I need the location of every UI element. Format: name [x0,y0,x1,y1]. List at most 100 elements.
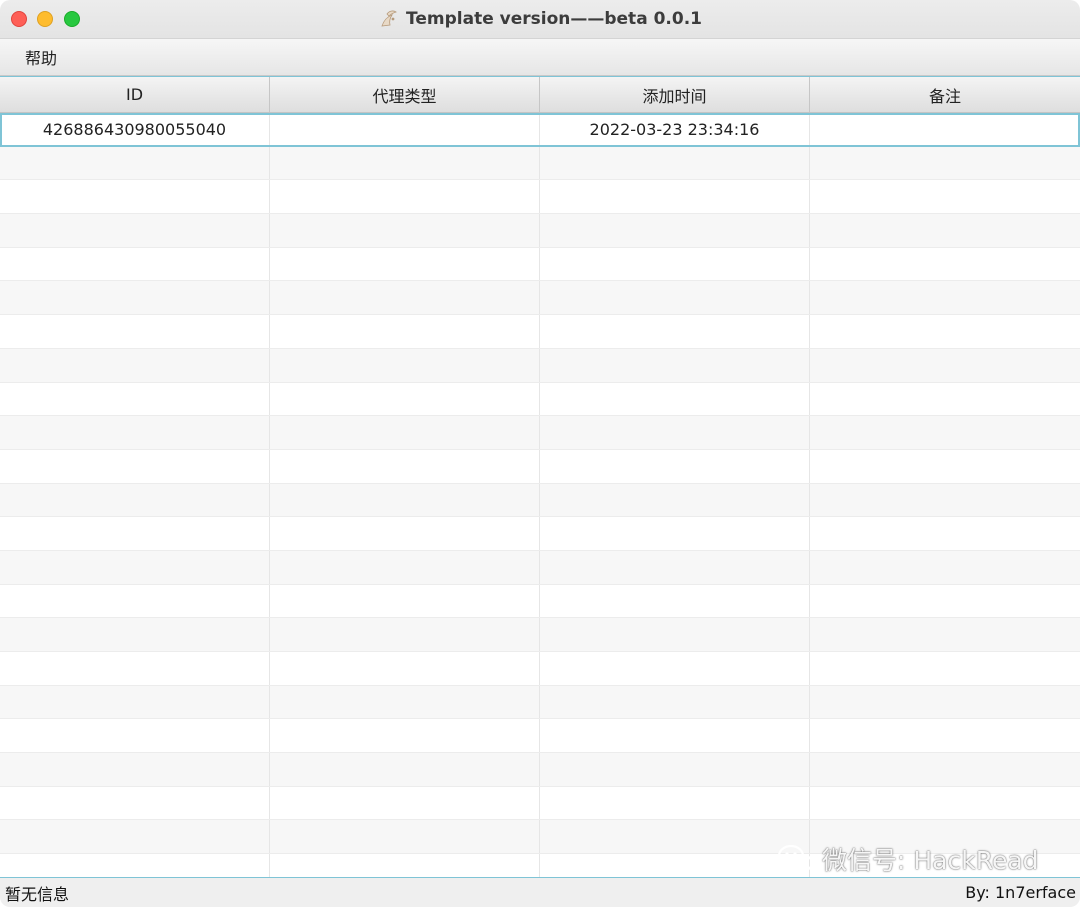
table-row-empty[interactable] [0,180,1080,215]
table-cell-empty[interactable] [270,382,540,416]
table-cell-empty[interactable] [270,618,540,651]
table-cell-empty[interactable] [540,786,810,820]
table-cell-empty[interactable] [540,584,810,618]
table-cell-empty[interactable] [540,483,810,517]
table-cell-empty[interactable] [270,652,540,685]
menu-help[interactable]: 帮助 [16,39,66,75]
table-row-empty[interactable] [0,281,1080,316]
table-cell-empty[interactable] [0,753,270,786]
table-cell-empty[interactable] [540,382,810,416]
table-cell-empty[interactable] [810,517,1080,550]
table-cell-empty[interactable] [540,315,810,348]
table-row-empty[interactable] [0,652,1080,686]
table-cell-empty[interactable] [0,719,270,753]
table-row-empty[interactable] [0,449,1080,484]
title-bar[interactable]: Template version——beta 0.0.1 [0,0,1080,39]
table-cell-empty[interactable] [0,416,270,449]
table-row-empty[interactable] [0,348,1080,383]
table-cell-empty[interactable] [270,517,540,550]
table-row[interactable]: 426886430980055040 2022-03-23 23:34:16 [0,113,1080,147]
table-cell-empty[interactable] [810,585,1080,618]
table-cell-empty[interactable] [270,483,540,517]
table-cell-empty[interactable] [810,147,1080,180]
table-cell-empty[interactable] [270,820,540,854]
cell-note[interactable] [810,113,1080,146]
table-cell-empty[interactable] [810,383,1080,416]
table-cell-empty[interactable] [0,180,270,214]
table-cell-empty[interactable] [540,146,810,180]
table-cell-empty[interactable] [810,787,1080,820]
table-cell-empty[interactable] [540,348,810,382]
table-cell-empty[interactable] [270,719,540,753]
column-header-added-time[interactable]: 添加时间 [540,77,810,112]
table-cell-empty[interactable] [810,719,1080,752]
table-row-empty[interactable] [0,247,1080,282]
table-cell-empty[interactable] [270,315,540,348]
table-cell-empty[interactable] [810,248,1080,281]
table-cell-empty[interactable] [270,449,540,483]
table-cell-empty[interactable] [540,820,810,854]
table-cell-empty[interactable] [540,247,810,281]
table-cell-empty[interactable] [270,180,540,214]
table-row-empty[interactable] [0,214,1080,248]
table-cell-empty[interactable] [810,551,1080,584]
table-cell-empty[interactable] [540,618,810,651]
table-cell-empty[interactable] [540,719,810,753]
table-cell-empty[interactable] [0,550,270,584]
cell-id[interactable]: 426886430980055040 [0,113,270,146]
table-cell-empty[interactable] [540,449,810,483]
table-cell-empty[interactable] [0,685,270,719]
table-cell-empty[interactable] [0,214,270,247]
table-cell-empty[interactable] [270,281,540,315]
table-cell-empty[interactable] [270,348,540,382]
table-cell-empty[interactable] [540,416,810,449]
table-cell-empty[interactable] [270,786,540,820]
column-header-note[interactable]: 备注 [810,77,1080,112]
table-cell-empty[interactable] [270,753,540,786]
table-cell-empty[interactable] [270,416,540,449]
table-cell-empty[interactable] [0,786,270,820]
table-cell-empty[interactable] [540,753,810,786]
table-cell-empty[interactable] [810,618,1080,651]
proxy-table[interactable]: ID 代理类型 添加时间 备注 426886430980055040 2022-… [0,76,1080,877]
table-cell-empty[interactable] [270,584,540,618]
table-row-empty[interactable] [0,685,1080,720]
table-cell-empty[interactable] [0,618,270,651]
table-cell-empty[interactable] [810,484,1080,517]
table-row-empty[interactable] [0,584,1080,619]
table-row-empty[interactable] [0,753,1080,787]
table-cell-empty[interactable] [0,146,270,180]
table-cell-empty[interactable] [810,686,1080,719]
table-cell-empty[interactable] [810,753,1080,786]
table-cell-empty[interactable] [540,652,810,685]
table-cell-empty[interactable] [0,854,270,877]
table-cell-empty[interactable] [0,315,270,348]
table-cell-empty[interactable] [270,550,540,584]
table-cell-empty[interactable] [0,281,270,315]
table-cell-empty[interactable] [810,652,1080,685]
column-header-id[interactable]: ID [0,77,270,112]
table-cell-empty[interactable] [810,214,1080,247]
table-cell-empty[interactable] [540,281,810,315]
table-row-empty[interactable] [0,618,1080,652]
table-cell-empty[interactable] [0,449,270,483]
table-cell-empty[interactable] [0,382,270,416]
table-cell-empty[interactable] [810,349,1080,382]
table-cell-empty[interactable] [0,820,270,854]
table-cell-empty[interactable] [540,517,810,550]
table-row-empty[interactable] [0,550,1080,585]
table-row-empty[interactable] [0,146,1080,181]
column-header-proxy-type[interactable]: 代理类型 [270,77,540,112]
table-cell-empty[interactable] [0,348,270,382]
table-cell-empty[interactable] [0,247,270,281]
table-cell-empty[interactable] [810,450,1080,483]
table-row-empty[interactable] [0,786,1080,821]
table-cell-empty[interactable] [270,247,540,281]
table-cell-empty[interactable] [0,517,270,550]
table-row-empty[interactable] [0,382,1080,417]
table-cell-empty[interactable] [810,416,1080,449]
table-cell-empty[interactable] [810,180,1080,213]
table-cell-empty[interactable] [540,550,810,584]
table-cell-empty[interactable] [810,281,1080,314]
table-cell-empty[interactable] [270,146,540,180]
